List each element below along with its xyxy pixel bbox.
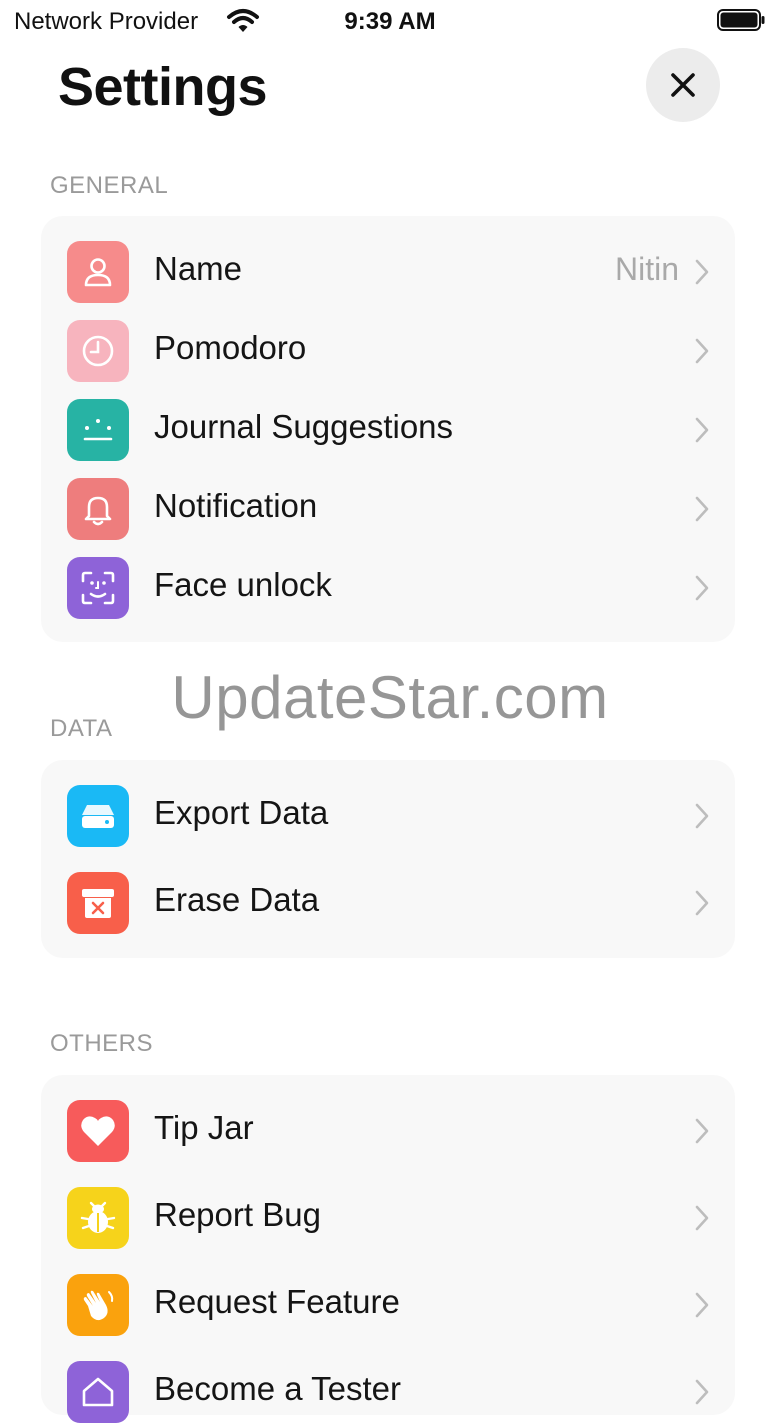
clock-time: 9:39 AM — [344, 8, 436, 35]
drive-icon — [67, 785, 129, 847]
chevron-right-icon — [695, 1292, 709, 1318]
bell-icon — [67, 478, 129, 540]
watermark-text: UpdateStar.com — [171, 664, 609, 731]
row-label: Face unlock — [154, 566, 332, 603]
row-label: Journal Suggestions — [154, 408, 454, 445]
chevron-right-icon — [695, 338, 709, 364]
section-header-others: OTHERS — [50, 1030, 154, 1057]
page-title: Settings — [58, 57, 268, 117]
section-header-data: DATA — [50, 715, 113, 742]
close-button[interactable] — [646, 48, 720, 122]
chevron-right-icon — [695, 417, 709, 443]
row-label: Erase Data — [154, 881, 320, 918]
chevron-right-icon — [695, 1118, 709, 1144]
row-label: Report Bug — [154, 1196, 321, 1233]
battery-icon — [717, 9, 765, 31]
smile-icon — [67, 399, 129, 461]
row-label: Name — [154, 250, 243, 287]
hand-wave-icon — [67, 1274, 129, 1336]
chevron-right-icon — [695, 496, 709, 522]
others-card: Tip Jar Report Bug Request Feature Becom… — [41, 1075, 735, 1423]
person-icon — [67, 241, 129, 303]
settings-row-name[interactable]: Name Nitin — [41, 236, 735, 308]
settings-row-face-unlock[interactable]: Face unlock — [41, 552, 735, 624]
chevron-right-icon — [695, 803, 709, 829]
row-label: Tip Jar — [154, 1109, 254, 1146]
row-label: Request Feature — [154, 1283, 400, 1320]
bug-icon — [67, 1187, 129, 1249]
heart-icon — [67, 1100, 129, 1162]
row-value: Nitin — [614, 251, 679, 287]
chevron-right-icon — [695, 890, 709, 916]
chevron-right-icon — [695, 575, 709, 601]
trash-box-icon — [67, 872, 129, 934]
settings-row-report-bug[interactable]: Report Bug — [41, 1182, 735, 1254]
general-card: Name Nitin Pomodoro Journal Suggestions … — [41, 216, 735, 642]
face-id-icon — [67, 557, 129, 619]
settings-row-request-feature[interactable]: Request Feature — [41, 1269, 735, 1341]
settings-row-pomodoro[interactable]: Pomodoro — [41, 315, 735, 387]
row-label: Become a Tester — [154, 1370, 402, 1407]
settings-row-journal-suggestions[interactable]: Journal Suggestions — [41, 394, 735, 466]
house-icon — [67, 1361, 129, 1423]
settings-row-export-data[interactable]: Export Data — [41, 780, 735, 852]
row-label: Export Data — [154, 794, 329, 831]
chevron-right-icon — [695, 1205, 709, 1231]
settings-row-tip-jar[interactable]: Tip Jar — [41, 1095, 735, 1167]
settings-row-become-a-tester[interactable]: Become a Tester — [41, 1356, 735, 1428]
settings-row-notification[interactable]: Notification — [41, 473, 735, 545]
row-label: Notification — [154, 487, 318, 524]
status-bar: Network Provider 9:39 AM — [0, 0, 780, 44]
chevron-right-icon — [695, 1379, 709, 1405]
data-card: Export Data Erase Data — [41, 760, 735, 958]
section-header-general: GENERAL — [50, 172, 169, 199]
chevron-right-icon — [695, 259, 709, 285]
row-label: Pomodoro — [154, 329, 307, 366]
close-icon — [671, 73, 695, 97]
settings-row-erase-data[interactable]: Erase Data — [41, 867, 735, 939]
clock-icon — [67, 320, 129, 382]
